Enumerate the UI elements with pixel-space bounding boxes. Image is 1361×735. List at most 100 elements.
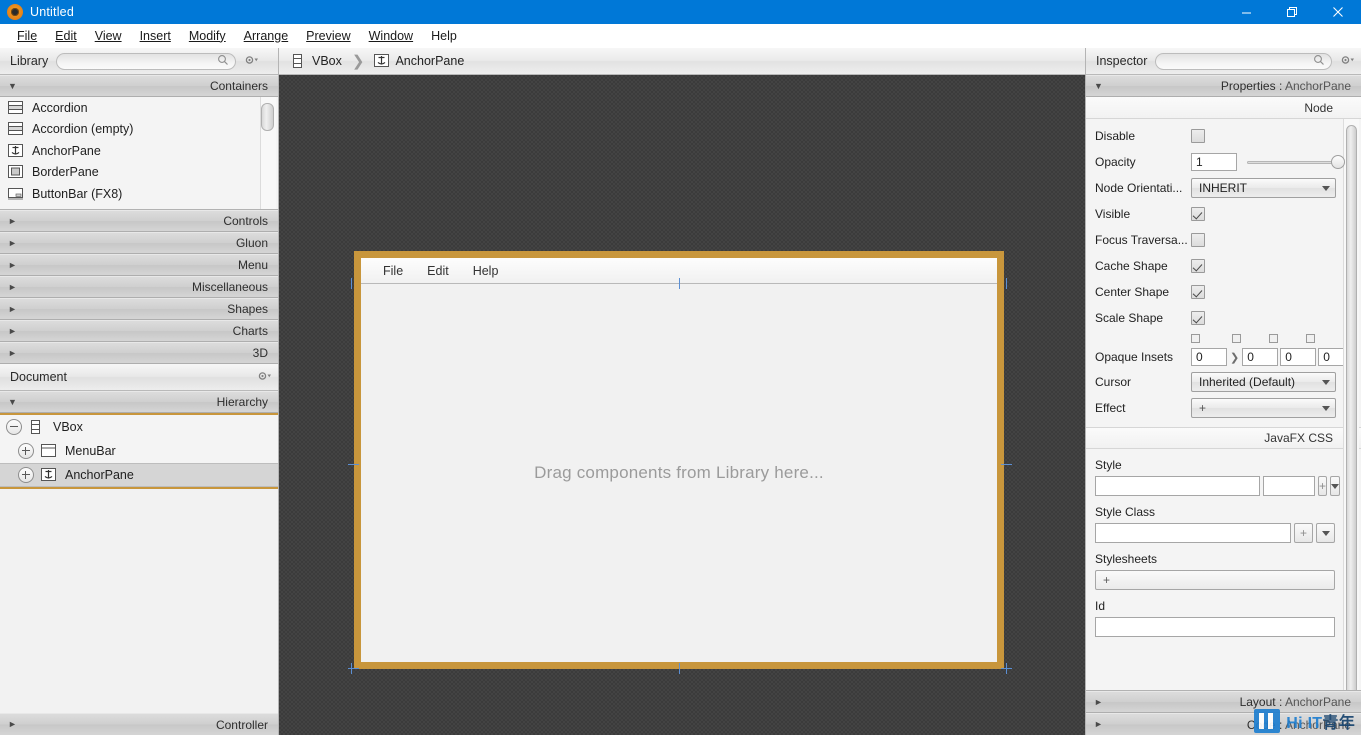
tree-row[interactable]: AnchorPane bbox=[0, 463, 278, 487]
opaque-inset-toggle-bottom[interactable] bbox=[1269, 333, 1278, 343]
stylesheets-add-button[interactable]: + bbox=[1095, 570, 1335, 590]
library-section-charts[interactable]: ► Charts bbox=[0, 320, 278, 342]
id-input[interactable] bbox=[1095, 617, 1335, 637]
library-item-anchorpane[interactable]: AnchorPane bbox=[0, 140, 278, 162]
document-gear-icon[interactable] bbox=[257, 370, 272, 385]
resize-handle-right-top[interactable] bbox=[1006, 278, 1007, 289]
preview-menu-file[interactable]: File bbox=[383, 264, 403, 278]
style-add-button[interactable]: + bbox=[1318, 476, 1328, 496]
style-input[interactable] bbox=[1095, 476, 1260, 496]
document-section-controller[interactable]: ► Controller bbox=[0, 713, 278, 735]
menu-modify[interactable]: Modify bbox=[180, 26, 235, 46]
inspector-scroll-region[interactable]: Node Disable Opacity 1 Node Orientati...… bbox=[1086, 97, 1361, 691]
opacity-slider[interactable] bbox=[1247, 155, 1345, 169]
collapse-toggle-icon[interactable] bbox=[6, 419, 22, 435]
minimize-button[interactable] bbox=[1223, 0, 1269, 24]
style-class-menu-button[interactable] bbox=[1316, 523, 1335, 543]
library-item-label: Accordion (empty) bbox=[32, 122, 134, 137]
slider-thumb[interactable] bbox=[1331, 155, 1345, 169]
library-item-list[interactable]: Accordion Accordion (empty) AnchorPane B… bbox=[0, 97, 278, 210]
cursor-combo[interactable]: Inherited (Default) bbox=[1191, 372, 1336, 392]
cache-shape-checkbox[interactable] bbox=[1191, 259, 1205, 273]
style-class-input[interactable] bbox=[1095, 523, 1291, 543]
tree-row[interactable]: VBox bbox=[0, 415, 278, 439]
library-section-miscellaneous[interactable]: ► Miscellaneous bbox=[0, 276, 278, 298]
inspector-scrollbar-thumb[interactable] bbox=[1346, 125, 1357, 690]
menu-file[interactable]: File bbox=[8, 26, 46, 46]
style-menu-button[interactable] bbox=[1330, 476, 1341, 496]
stage-preview[interactable]: File Edit Help Drag components from Libr… bbox=[348, 251, 1012, 674]
id-field-group: Id bbox=[1086, 590, 1361, 637]
opaque-inset-toggle-top[interactable] bbox=[1191, 333, 1200, 343]
inspector-search-input[interactable] bbox=[1162, 54, 1313, 68]
opaque-inset-right-input[interactable] bbox=[1242, 348, 1279, 366]
menu-edit[interactable]: Edit bbox=[46, 26, 86, 46]
visible-checkbox[interactable] bbox=[1191, 207, 1205, 221]
library-item-accordion-empty[interactable]: Accordion (empty) bbox=[0, 119, 278, 141]
node-orientation-combo[interactable]: INHERIT bbox=[1191, 178, 1336, 198]
menu-view[interactable]: View bbox=[86, 26, 131, 46]
library-section-containers[interactable]: ▼ Containers bbox=[0, 75, 278, 97]
inspector-search-box[interactable] bbox=[1155, 52, 1332, 70]
focus-traversable-checkbox[interactable] bbox=[1191, 233, 1205, 247]
library-search-input[interactable] bbox=[63, 54, 218, 68]
preview-menu-edit[interactable]: Edit bbox=[427, 264, 449, 278]
hierarchy-tree[interactable]: VBox MenuBar AnchorPane bbox=[0, 413, 278, 489]
library-section-gluon[interactable]: ► Gluon bbox=[0, 232, 278, 254]
inspector-section-layout[interactable]: ► Layout : AnchorPane bbox=[1086, 691, 1361, 713]
opaque-inset-top-input[interactable] bbox=[1191, 348, 1227, 366]
menu-preview[interactable]: Preview bbox=[297, 26, 359, 46]
opaque-inset-bottom-input[interactable] bbox=[1280, 348, 1317, 366]
opacity-input[interactable] bbox=[1191, 153, 1237, 171]
tree-row[interactable]: MenuBar bbox=[0, 439, 278, 463]
library-section-label: Shapes bbox=[227, 302, 268, 316]
library-item-accordion[interactable]: Accordion bbox=[0, 97, 278, 119]
style-secondary-input[interactable] bbox=[1263, 476, 1315, 496]
resize-handle-left-bottom[interactable] bbox=[351, 663, 352, 674]
breadcrumb-label: AnchorPane bbox=[395, 54, 465, 68]
breadcrumb-item-vbox[interactable]: VBox bbox=[291, 54, 342, 68]
inspector-gear-icon[interactable] bbox=[1340, 54, 1355, 69]
anchorpane-dropzone[interactable]: Drag components from Library here... bbox=[361, 284, 997, 662]
center-shape-checkbox[interactable] bbox=[1191, 285, 1205, 299]
preview-menubar[interactable]: File Edit Help bbox=[361, 258, 997, 284]
library-section-menu[interactable]: ► Menu bbox=[0, 254, 278, 276]
library-section-shapes[interactable]: ► Shapes bbox=[0, 298, 278, 320]
maximize-button[interactable] bbox=[1269, 0, 1315, 24]
library-section-controls[interactable]: ► Controls bbox=[0, 210, 278, 232]
close-button[interactable] bbox=[1315, 0, 1361, 24]
design-canvas[interactable]: File Edit Help Drag components from Libr… bbox=[279, 75, 1085, 735]
resize-handle-left-top[interactable] bbox=[351, 278, 352, 289]
library-gear-icon[interactable] bbox=[244, 54, 259, 69]
stage-content[interactable]: File Edit Help Drag components from Libr… bbox=[361, 258, 997, 662]
library-item-borderpane[interactable]: BorderPane bbox=[0, 162, 278, 184]
library-scrollbar-thumb[interactable] bbox=[261, 103, 274, 131]
style-class-add-button[interactable]: + bbox=[1294, 523, 1313, 543]
expand-toggle-icon[interactable] bbox=[18, 443, 34, 459]
menu-window[interactable]: Window bbox=[360, 26, 422, 46]
scale-shape-checkbox[interactable] bbox=[1191, 311, 1205, 325]
library-item-buttonbar[interactable]: ButtonBar (FX8) bbox=[0, 183, 278, 205]
menu-insert[interactable]: Insert bbox=[131, 26, 180, 46]
chevron-down-icon bbox=[1322, 405, 1330, 411]
library-search-box[interactable] bbox=[56, 52, 237, 70]
slider-track bbox=[1247, 160, 1343, 164]
disable-checkbox[interactable] bbox=[1191, 129, 1205, 143]
inspector-section-properties[interactable]: ▼ Properties : AnchorPane bbox=[1086, 75, 1361, 97]
opaque-inset-toggle-left[interactable] bbox=[1306, 333, 1315, 343]
borderpane-icon bbox=[8, 165, 24, 179]
expand-toggle-icon[interactable] bbox=[18, 467, 34, 483]
inspector-section-code[interactable]: ► Code : AnchorPane bbox=[1086, 713, 1361, 735]
opaque-inset-toggle-right[interactable] bbox=[1232, 333, 1241, 343]
menu-arrange[interactable]: Arrange bbox=[235, 26, 297, 46]
library-section-3d[interactable]: ► 3D bbox=[0, 342, 278, 364]
document-section-hierarchy[interactable]: ▼ Hierarchy bbox=[0, 391, 278, 413]
inspector-section-prefix: Properties bbox=[1220, 79, 1276, 93]
effect-combo[interactable]: + bbox=[1191, 398, 1336, 418]
breadcrumb-item-anchorpane[interactable]: AnchorPane bbox=[374, 54, 464, 68]
preview-menu-help[interactable]: Help bbox=[473, 264, 499, 278]
menu-help[interactable]: Help bbox=[422, 26, 466, 46]
library-section-label: Miscellaneous bbox=[191, 280, 268, 294]
resize-handle-right-bottom[interactable] bbox=[1006, 663, 1007, 674]
inspector-panel: Inspector ▼ Properties: AnchorPane Node… bbox=[1085, 48, 1361, 735]
